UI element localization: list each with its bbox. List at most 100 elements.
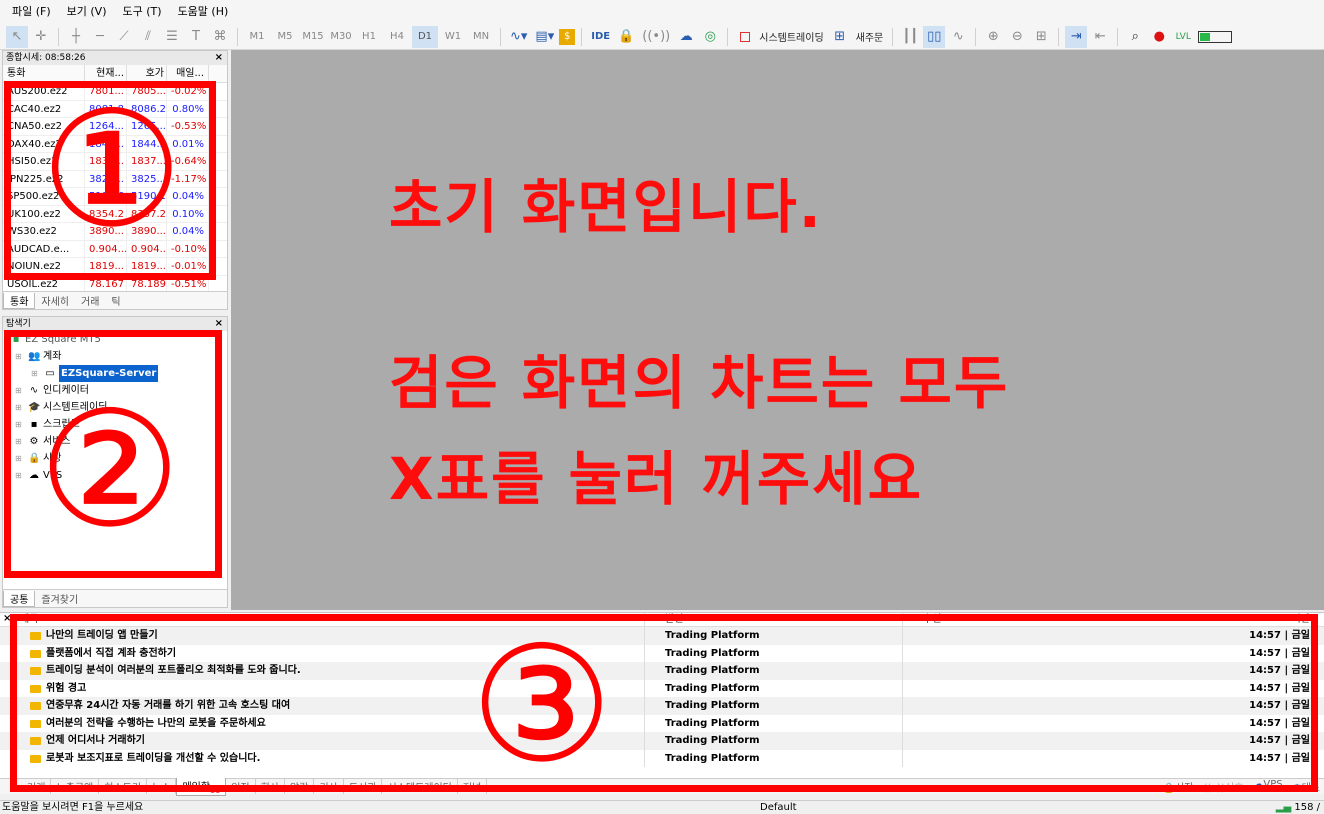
zoom-in-icon[interactable]: ⊕	[982, 26, 1004, 48]
expand-icon[interactable]: ⊞	[15, 399, 25, 416]
column-subject[interactable]: 제목	[0, 613, 644, 626]
cursor-icon[interactable]: ↖	[6, 25, 28, 48]
navigator-item[interactable]: ⊞ 🎓 시스템트레이딩	[3, 399, 227, 416]
tab-alerts[interactable]: 알람	[285, 779, 315, 794]
tab-common[interactable]: 공통	[3, 590, 36, 607]
tile-windows-icon[interactable]: ⊞	[1030, 26, 1052, 48]
shapes-icon[interactable]: ⌘	[209, 26, 231, 48]
bar-chart-icon[interactable]: ┃┃	[899, 26, 921, 48]
timeframe-d1[interactable]: D1	[412, 25, 438, 48]
notification-icon[interactable]: ●	[1148, 26, 1170, 48]
tab-company[interactable]: 회사	[256, 779, 286, 794]
close-icon[interactable]: ×	[215, 51, 223, 65]
navigator-item[interactable]: ⊞ 👥 계좌	[3, 348, 227, 365]
menu-file[interactable]: 파일 (F)	[4, 0, 59, 24]
tab-ticks[interactable]: 틱	[105, 293, 126, 308]
timeframe-w1[interactable]: W1	[440, 26, 466, 48]
symbol-row[interactable]: AUS200.ez2 7801... 7805... -0.02%	[3, 83, 227, 101]
tab-details[interactable]: 자세히	[35, 293, 75, 308]
dollar-icon[interactable]: $	[559, 28, 576, 45]
mail-row[interactable]: 트레이딩 분석이 여러분의 포트폴리오 최적화를 도와 줍니다. Trading …	[0, 662, 1324, 680]
symbol-row[interactable]: UK100.ez2 8354.2 8357.2 0.10%	[3, 205, 227, 223]
tab-favorites[interactable]: 즐겨찾기	[35, 591, 84, 606]
symbol-row[interactable]: SP500.ez2 5188.6 5190.1 0.04%	[3, 188, 227, 206]
tab-trading[interactable]: 거래	[75, 293, 105, 308]
navigator-item[interactable]: ⊞ ∿ 인디케이터	[3, 382, 227, 399]
symbol-row[interactable]: JPN225.ez2 3824... 3825... -1.17%	[3, 170, 227, 188]
navigator-item[interactable]: ⊞ ▭ EZSquare-Server	[3, 365, 227, 382]
tab-journal[interactable]: 저널	[458, 779, 488, 794]
navigator-item[interactable]: ⊞ ⚙ 서비스	[3, 433, 227, 450]
column-symbol[interactable]: 통화	[3, 65, 85, 82]
tab-mailbox[interactable]: 메일함11	[176, 777, 227, 796]
timeframe-mn[interactable]: MN	[468, 26, 494, 48]
mail-row[interactable]: 여러분의 전략을 수행하는 나만의 로봇을 주문하세요 Trading Platf…	[0, 714, 1324, 732]
text-icon[interactable]: T	[185, 26, 207, 48]
expand-icon[interactable]: ⊞	[15, 348, 25, 365]
systemtrading-button[interactable]: 시스템트레이딩	[756, 29, 826, 44]
expand-icon[interactable]: ⊞	[31, 365, 41, 382]
timeframe-m1[interactable]: M1	[244, 26, 270, 48]
menu-tools[interactable]: 도구 (T)	[115, 0, 170, 24]
vps-link[interactable]: ☁VPS	[1253, 779, 1282, 794]
column-time[interactable]: 시간	[1160, 613, 1310, 626]
timeframe-m15[interactable]: M15	[300, 26, 326, 48]
expand-icon[interactable]: ⊞	[15, 450, 25, 467]
search-icon[interactable]: ⌕	[1124, 26, 1146, 48]
navigator-item[interactable]: ⊞ 🔒 시장	[3, 450, 227, 467]
symbol-row[interactable]: AUDCAD.e... 0.904... 0.904... -0.10%	[3, 240, 227, 258]
ide-button[interactable]: IDE	[588, 31, 613, 42]
mail-row[interactable]: 연중무휴 24시간 자동 거래를 하기 위한 고속 호스팅 대여 Trading …	[0, 697, 1324, 715]
new-order-button[interactable]: 새주문	[853, 29, 887, 44]
signal-icon[interactable]: ((•))	[639, 26, 673, 48]
expand-icon[interactable]: ⊞	[15, 433, 25, 450]
tab-library[interactable]: 도서관	[344, 779, 383, 794]
navigator-root[interactable]: ▪ EZ Square MT5	[3, 331, 227, 348]
expand-icon[interactable]: ⊞	[15, 467, 25, 484]
timeframe-m5[interactable]: M5	[272, 26, 298, 48]
symbol-row[interactable]: DAX40.ez2 1843... 1844... 0.01%	[3, 135, 227, 153]
tab-systemtrading[interactable]: 시스템트레이딩	[382, 779, 458, 794]
timeframe-h4[interactable]: H4	[384, 26, 410, 48]
tab-exposure[interactable]: 노출금액	[51, 779, 100, 794]
community-icon[interactable]: ◎	[699, 26, 721, 48]
symbol-row[interactable]: NOIUN.ez2 1819... 1819... -0.01%	[3, 258, 227, 276]
chart-workspace[interactable]: 초기 화면입니다. 검은 화면의 차트는 모두 X표를 눌러 꺼주세요	[231, 50, 1324, 610]
chart-shift-icon[interactable]: ⇤	[1089, 26, 1111, 48]
tab-trade[interactable]: 거래	[22, 779, 52, 794]
mail-row[interactable]: 플랫폼에서 직접 계좌 충전하기 Trading Platform 14:57 | …	[0, 644, 1324, 662]
line-chart-icon[interactable]: ∿	[947, 26, 969, 48]
tab-history[interactable]: 히스토리	[99, 779, 148, 794]
candle-chart-icon[interactable]: ▯▯	[923, 25, 946, 48]
market-link[interactable]: 🔒시장	[1163, 779, 1194, 794]
column-change[interactable]: 매일...	[167, 65, 209, 82]
column-ask[interactable]: 호가	[127, 65, 167, 82]
tab-calendar[interactable]: 일정	[226, 779, 256, 794]
fibonacci-icon[interactable]: ☰	[161, 26, 183, 48]
mail-row[interactable]: 위험 경고 Trading Platform 14:57 | 금일	[0, 679, 1324, 697]
symbol-row[interactable]: WS30.ez2 3890... 3890... 0.04%	[3, 223, 227, 241]
market-lock-icon[interactable]: 🔒	[615, 26, 637, 48]
timeframe-h1[interactable]: H1	[356, 26, 382, 48]
channel-icon[interactable]: ⫽	[137, 26, 159, 48]
symbol-row[interactable]: CNA50.ez2 1264... 1265... -0.53%	[3, 118, 227, 136]
navigator-item[interactable]: ⊞ ☁ VPS	[3, 467, 227, 484]
templates-icon[interactable]: ▤▾	[532, 26, 557, 48]
tester-link[interactable]: ⚙테스	[1293, 779, 1320, 794]
vps-cloud-icon[interactable]: ☁	[675, 26, 697, 48]
mail-row[interactable]: 언제 어디서나 거래하기 Trading Platform 14:57 | 금일	[0, 732, 1324, 750]
column-from[interactable]: 발신	[644, 613, 902, 626]
horizontal-line-icon[interactable]: ─	[89, 26, 111, 48]
symbol-row[interactable]: HSI50.ez2 1836... 1837... -0.64%	[3, 153, 227, 171]
menu-help[interactable]: 도움말 (H)	[170, 0, 237, 24]
mail-row[interactable]: 로봇과 보조지표로 트레이딩을 개선할 수 있습니다. Trading Platf…	[0, 749, 1324, 767]
tab-symbols[interactable]: 통화	[3, 292, 36, 309]
column-bid[interactable]: 현재...	[85, 65, 127, 82]
chart-type-icon[interactable]: ∿▾	[507, 26, 530, 48]
crosshair-icon[interactable]: ✛	[30, 26, 52, 48]
close-icon[interactable]: ×	[215, 317, 223, 331]
symbol-row[interactable]: CAC40.ez2 8081.8 8086.2 0.80%	[3, 100, 227, 118]
expand-icon[interactable]: ⊞	[15, 416, 25, 433]
signals-link[interactable]: ((•))신호	[1203, 779, 1243, 794]
menu-view[interactable]: 보기 (V)	[59, 0, 115, 24]
